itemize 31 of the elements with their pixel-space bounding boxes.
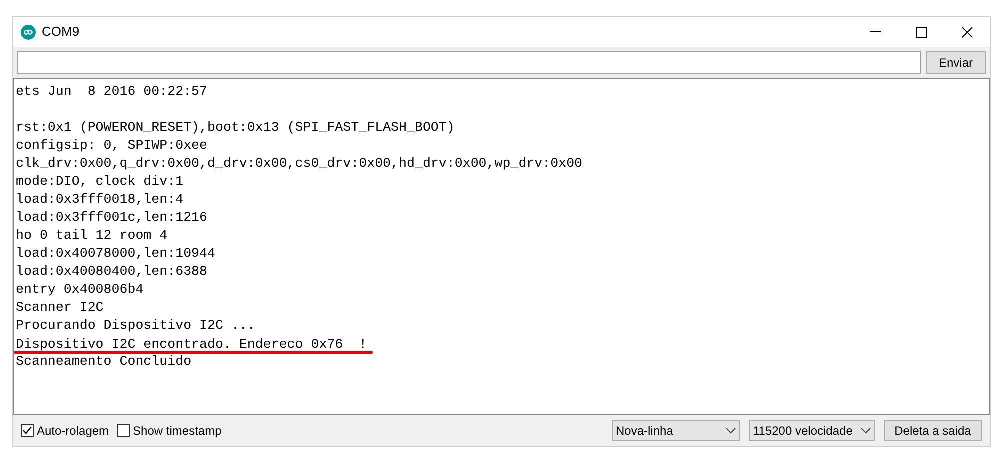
output-line: load:0x3fff0018,len:4 [16, 191, 184, 209]
checkbox[interactable] [117, 424, 130, 437]
chevron-down-icon [726, 428, 736, 434]
message-input-field[interactable] [17, 51, 921, 74]
checkbox-label[interactable]: Auto-rolagem [37, 422, 110, 440]
output-line: load:0x40078000,len:10944 [16, 245, 216, 263]
dropdown[interactable]: 115200 velocidade [749, 420, 875, 441]
send-button[interactable]: Enviar [926, 51, 986, 74]
output-line: load:0x3fff001c,len:1216 [16, 209, 208, 227]
close-icon [962, 26, 972, 38]
dropdown[interactable]: Nova-linha [612, 420, 740, 441]
minimize-icon [870, 31, 880, 33]
checkbox[interactable] [21, 424, 34, 437]
window-title: COM9 [42, 23, 80, 42]
output-line: ets Jun 8 2016 00:22:57 [16, 83, 208, 101]
output-line: mode:DIO, clock div:1 [16, 173, 184, 191]
maximize-icon [916, 26, 926, 38]
app-icon [21, 24, 36, 40]
output-line: entry 0x400806b4 [16, 281, 144, 299]
output-line: Scanner I2C [16, 299, 104, 317]
output-line: configsip: 0, SPIWP:0xee [16, 137, 208, 155]
clear-output-button[interactable]: Deleta a saida [884, 420, 982, 441]
chevron-down-icon [861, 428, 871, 434]
checkbox-label[interactable]: Show timestamp [133, 422, 222, 440]
output-line: load:0x40080400,len:6388 [16, 263, 208, 281]
output-line: Dispositivo I2C encontrado. Endereco 0x76 ! [16, 337, 368, 352]
output-line: Scanneamento Concluido [16, 353, 192, 371]
output-line: rst:0x1 (POWERON_RESET),boot:0x13 (SPI_FAST_FLASH_BOOT) [16, 119, 455, 137]
output-line: clk_drv:0x00,q_drv:0x00,d_drv:0x00,cs0_drv:0x00,hd_drv:0x00,wp_drv:0x00 [16, 155, 583, 173]
output-line: ho 0 tail 12 room 4 [16, 227, 168, 245]
output-line: Procurando Dispositivo I2C ... [16, 317, 256, 335]
